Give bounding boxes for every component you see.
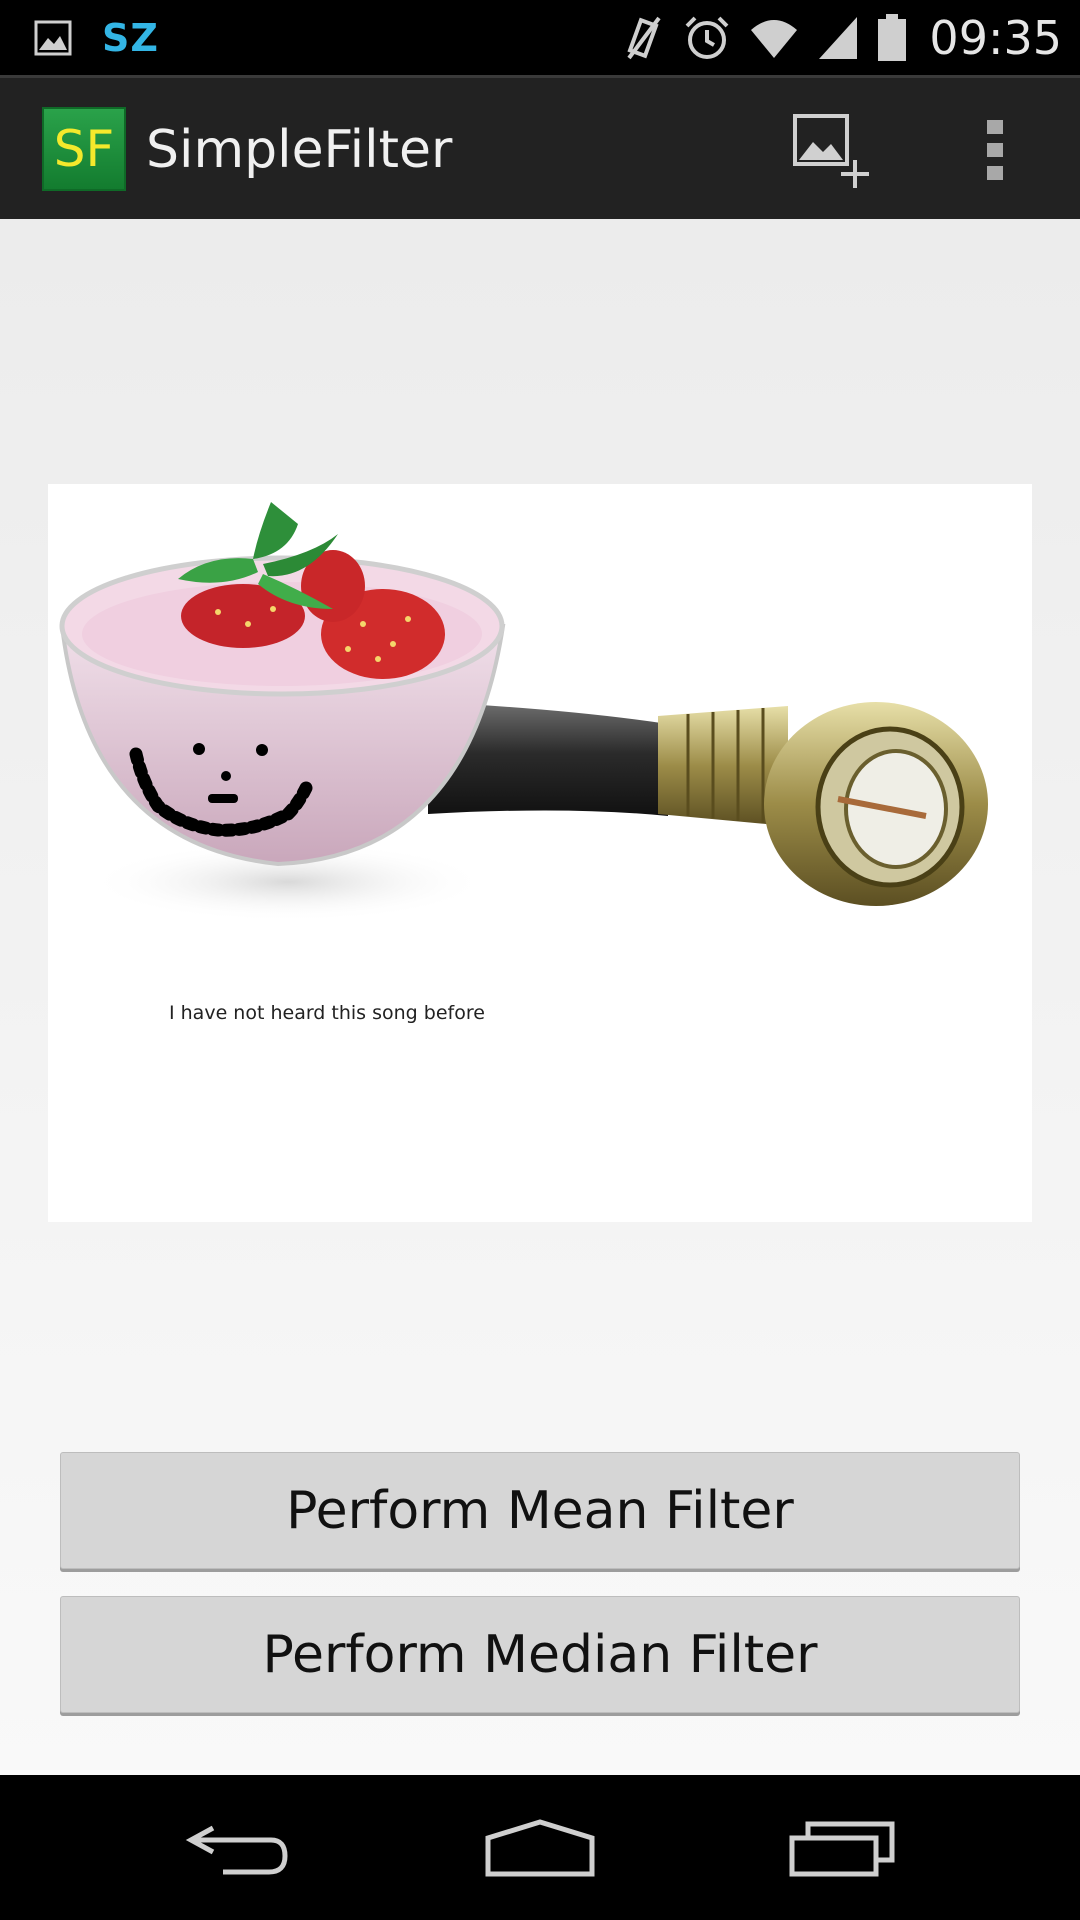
signal-icon xyxy=(819,16,858,59)
back-icon xyxy=(185,1825,288,1874)
yogurt-cable-image xyxy=(59,502,988,922)
app-logo[interactable]: SF xyxy=(42,107,126,191)
navigation-bar xyxy=(0,1775,1080,1920)
image-view: I have not heard this song before xyxy=(48,484,1032,1222)
action-bar: SF SimpleFilter xyxy=(0,75,1080,219)
overflow-menu-button[interactable] xyxy=(945,78,1045,222)
overflow-menu-icon xyxy=(987,120,1003,180)
battery-icon xyxy=(878,13,907,61)
recents-icon xyxy=(789,1821,895,1876)
app-logo-text: SF xyxy=(53,120,115,178)
image-notification-icon xyxy=(34,20,72,55)
home-button[interactable] xyxy=(440,1775,640,1920)
image-caption: I have not heard this song before xyxy=(169,1002,485,1024)
recents-button[interactable] xyxy=(743,1775,943,1920)
wifi-icon xyxy=(751,19,798,58)
app-title: SimpleFilter xyxy=(146,120,453,180)
notification-label: SZ xyxy=(102,15,159,60)
add-image-button[interactable] xyxy=(770,78,890,222)
status-clock: 09:35 xyxy=(929,10,1062,65)
mean-filter-button[interactable]: Perform Mean Filter xyxy=(60,1452,1020,1569)
status-bar: SZ 09:35 xyxy=(0,0,1080,75)
back-button[interactable] xyxy=(138,1775,338,1920)
add-image-icon xyxy=(793,114,869,188)
vibrate-mute-icon xyxy=(627,16,662,59)
alarm-icon xyxy=(686,16,729,59)
main-content: I have not heard this song before Perfor… xyxy=(0,219,1080,1775)
median-filter-button[interactable]: Perform Median Filter xyxy=(60,1596,1020,1713)
home-icon xyxy=(485,1818,595,1876)
